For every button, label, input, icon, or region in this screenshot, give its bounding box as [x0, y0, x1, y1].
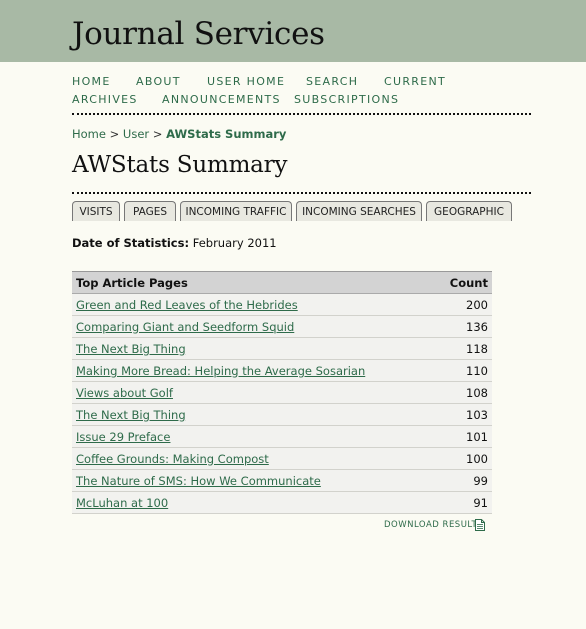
table-row: Issue 29 Preface 101 [72, 425, 492, 448]
tab-visits[interactable]: VISITS [72, 201, 120, 221]
article-link[interactable]: The Nature of SMS: How We Communicate [76, 474, 321, 488]
nav-search[interactable]: SEARCH [306, 75, 358, 88]
download-results-link[interactable]: DOWNLOAD RESULTS [384, 520, 483, 530]
article-link[interactable]: Green and Red Leaves of the Hebrides [76, 298, 298, 312]
nav-about[interactable]: ABOUT [136, 75, 181, 88]
table-header-row: Top Article Pages Count [72, 271, 492, 294]
table-row: Comparing Giant and Seedform Squid 136 [72, 315, 492, 338]
article-count: 110 [435, 359, 492, 382]
article-count: 91 [435, 491, 492, 514]
stats-date-label: Date of Statistics: [72, 236, 190, 250]
nav-archives[interactable]: ARCHIVES [72, 93, 138, 106]
site-title: Journal Services [72, 16, 325, 52]
tab-incoming-searches[interactable]: INCOMING SEARCHES [296, 201, 422, 221]
breadcrumb-home[interactable]: Home [72, 127, 106, 141]
site-header: Journal Services [0, 0, 586, 62]
page-title: AWStats Summary [72, 152, 288, 178]
column-header-title: Top Article Pages [72, 271, 436, 294]
article-count: 136 [435, 315, 492, 338]
article-count: 200 [435, 293, 492, 316]
breadcrumb-current[interactable]: AWStats Summary [166, 127, 286, 141]
nav-subscriptions[interactable]: SUBSCRIPTIONS [294, 93, 399, 106]
breadcrumb-separator: > [152, 127, 163, 141]
title-divider [72, 192, 531, 194]
article-count: 99 [435, 469, 492, 492]
nav-home[interactable]: HOME [72, 75, 111, 88]
tab-geographic[interactable]: GEOGRAPHIC [426, 201, 512, 221]
article-link[interactable]: Coffee Grounds: Making Compost [76, 452, 269, 466]
stats-date: Date of Statistics: February 2011 [72, 236, 277, 250]
tab-incoming-traffic[interactable]: INCOMING TRAFFIC [180, 201, 292, 221]
article-link[interactable]: Comparing Giant and Seedform Squid [76, 320, 294, 334]
article-link[interactable]: McLuhan at 100 [76, 496, 168, 510]
table-row: Green and Red Leaves of the Hebrides 200 [72, 293, 492, 316]
nav-user-home[interactable]: USER HOME [207, 75, 285, 88]
stats-date-value: February 2011 [192, 236, 277, 250]
table-row: The Next Big Thing 118 [72, 337, 492, 360]
table-row: Views about Golf 108 [72, 381, 492, 404]
article-count: 108 [435, 381, 492, 404]
nav-announcements[interactable]: ANNOUNCEMENTS [162, 93, 281, 106]
column-header-count: Count [435, 271, 492, 294]
article-count: 118 [435, 337, 492, 360]
top-articles-table: Top Article Pages Count Green and Red Le… [72, 271, 492, 514]
tab-pages[interactable]: PAGES [124, 201, 176, 221]
table-row: The Nature of SMS: How We Communicate 99 [72, 469, 492, 492]
article-count: 103 [435, 403, 492, 426]
breadcrumb: Home > User > AWStats Summary [72, 127, 286, 141]
nav-divider [72, 113, 531, 115]
breadcrumb-separator: > [109, 127, 120, 141]
table-row: The Next Big Thing 103 [72, 403, 492, 426]
article-link[interactable]: The Next Big Thing [76, 342, 186, 356]
breadcrumb-user[interactable]: User [123, 127, 149, 141]
article-link[interactable]: The Next Big Thing [76, 408, 186, 422]
article-link[interactable]: Issue 29 Preface [76, 430, 170, 444]
article-link[interactable]: Making More Bread: Helping the Average S… [76, 364, 365, 378]
table-row: Making More Bread: Helping the Average S… [72, 359, 492, 382]
article-link[interactable]: Views about Golf [76, 386, 173, 400]
table-row: McLuhan at 100 91 [72, 491, 492, 514]
article-count: 101 [435, 425, 492, 448]
nav-current[interactable]: CURRENT [384, 75, 446, 88]
document-icon[interactable] [475, 519, 485, 531]
table-row: Coffee Grounds: Making Compost 100 [72, 447, 492, 470]
article-count: 100 [435, 447, 492, 470]
